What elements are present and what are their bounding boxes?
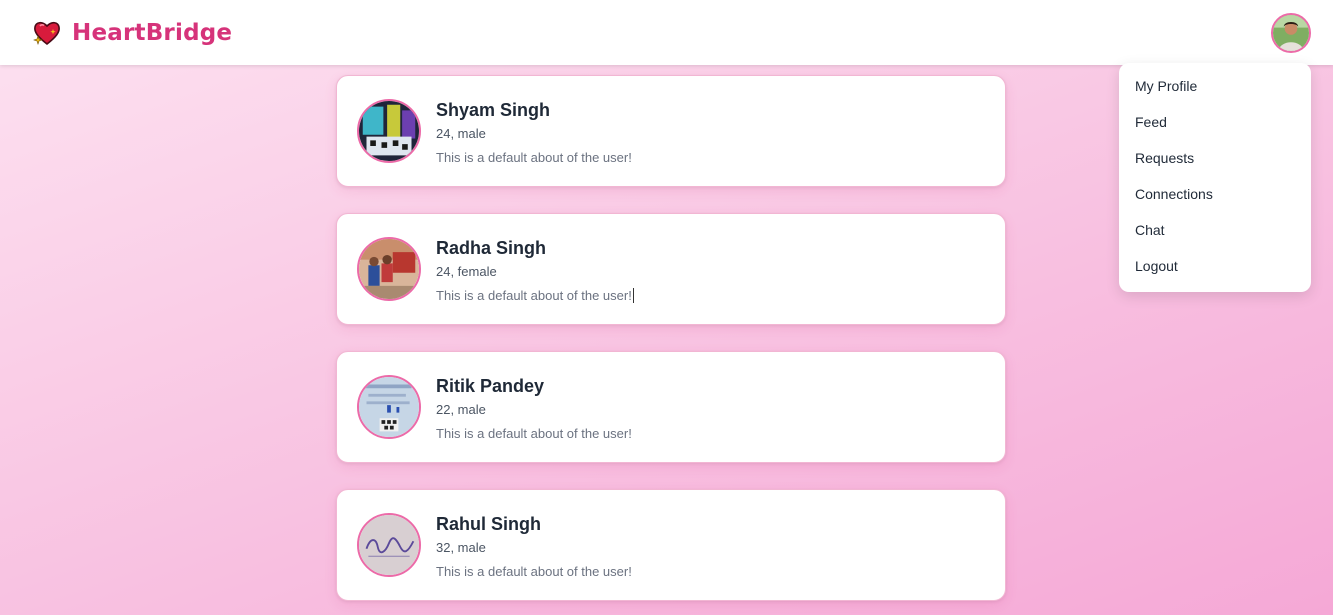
user-age-gender: 32, male [436, 540, 486, 555]
user-avatar-button[interactable] [1271, 13, 1311, 53]
user-about: This is a default about of the user! [436, 564, 632, 579]
user-about: This is a default about of the user! [436, 150, 632, 165]
user-age-gender: 24, female [436, 264, 497, 279]
menu-item-feed[interactable]: Feed [1119, 104, 1311, 140]
user-photo [359, 515, 419, 575]
user-card[interactable]: Shyam Singh 24, male This is a default a… [336, 75, 1006, 187]
user-about: This is a default about of the user! [436, 426, 632, 441]
user-name: Rahul Singh [436, 514, 541, 534]
user-about-text: This is a default about of the user! [436, 288, 632, 303]
user-card[interactable]: Rahul Singh 32, male This is a default a… [336, 489, 1006, 601]
user-name: Ritik Pandey [436, 376, 545, 396]
user-photo [359, 377, 419, 437]
text-cursor [632, 288, 634, 303]
menu-item-chat[interactable]: Chat [1119, 212, 1311, 248]
user-age-gender: 24, male [436, 126, 486, 141]
user-name: Shyam Singh [436, 100, 551, 120]
menu-item-my-profile[interactable]: My Profile [1119, 68, 1311, 104]
user-feed-list: Shyam Singh 24, male This is a default a… [336, 75, 1006, 615]
menu-item-connections[interactable]: Connections [1119, 176, 1311, 212]
user-card-avatar [357, 513, 421, 577]
user-about: This is a default about of the user! [436, 288, 634, 303]
user-photo [359, 239, 419, 299]
user-name: Radha Singh [436, 238, 547, 258]
user-photo [359, 101, 419, 161]
menu-item-logout[interactable]: Logout [1119, 248, 1311, 284]
user-avatar-image [1273, 15, 1309, 51]
brand-name: HeartBridge [72, 20, 233, 46]
user-card-avatar [357, 375, 421, 439]
user-age-gender: 22, male [436, 402, 486, 417]
user-card-avatar [357, 237, 421, 301]
menu-item-requests[interactable]: Requests [1119, 140, 1311, 176]
brand-link[interactable]: HeartBridge [32, 18, 232, 48]
user-card-avatar [357, 99, 421, 163]
top-navbar: HeartBridge [0, 0, 1333, 65]
user-dropdown-menu: My Profile Feed Requests Connections Cha… [1119, 63, 1311, 292]
user-card[interactable]: Radha Singh 24, female This is a default… [336, 213, 1006, 325]
heart-sparkle-icon [33, 21, 60, 46]
user-card[interactable]: Ritik Pandey 22, male This is a default … [336, 351, 1006, 463]
